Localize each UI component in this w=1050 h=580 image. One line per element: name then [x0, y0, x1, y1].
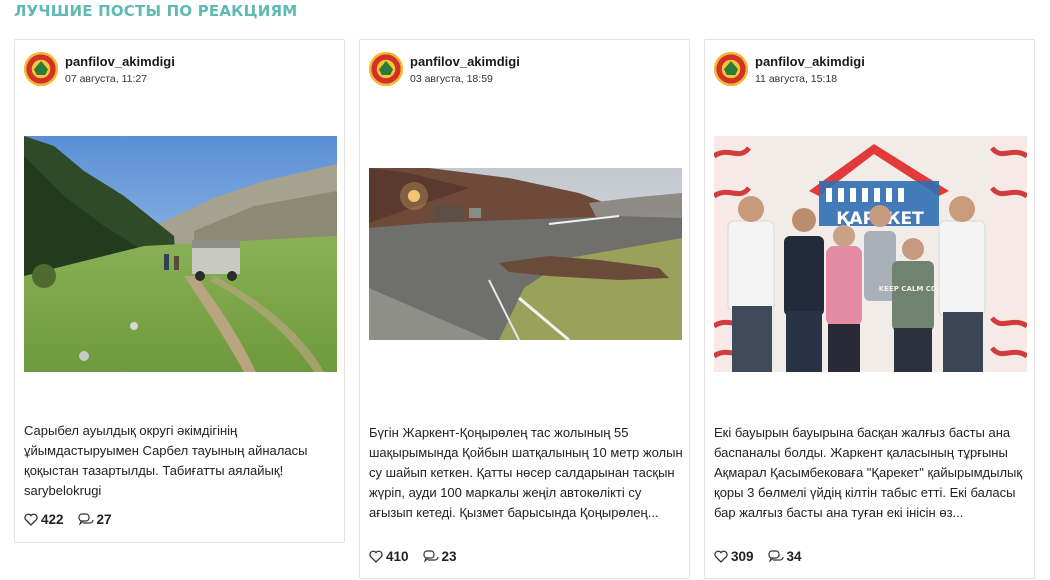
post-header: panfilov_akimdigi 03 августа, 18:59 [369, 52, 679, 92]
likes-stat[interactable]: 422 [24, 512, 64, 527]
section-title: ЛУЧШИЕ ПОСТЫ ПО РЕАКЦИЯМ [14, 2, 298, 20]
post-username[interactable]: panfilov_akimdigi [755, 54, 865, 69]
comments-count: 34 [786, 548, 802, 564]
post-caption: Сарыбел ауылдық округі әкімдігінің ұйымд… [24, 423, 308, 498]
post-photo[interactable]: ҚАРЕКЕТ KEEP CALM COOL [714, 136, 1027, 372]
post-card[interactable]: panfilov_akimdigi 03 августа, 18:59 Бүгі… [359, 39, 690, 579]
post-username[interactable]: panfilov_akimdigi [410, 54, 520, 69]
post-card[interactable]: panfilov_akimdigi 07 августа, 11:27 Сары… [14, 39, 345, 543]
post-username[interactable]: panfilov_akimdigi [65, 54, 175, 69]
shirt-text: KEEP CALM COOL [879, 285, 948, 293]
post-caption: Бүгін Жаркент-Қоңырөлең тас жолының 55 ш… [369, 425, 683, 520]
post-photo[interactable] [369, 168, 682, 340]
post-caption: Екі бауырын бауырына басқан жалғыз басты… [714, 425, 1023, 520]
post-date: 11 августа, 15:18 [755, 73, 838, 85]
post-date: 03 августа, 18:59 [410, 73, 493, 85]
post-stats: 410 23 [369, 547, 471, 565]
heart-outline-icon [369, 550, 383, 563]
comments-stat[interactable]: 27 [77, 511, 112, 527]
post-date: 07 августа, 11:27 [65, 73, 148, 85]
comments-outline-icon [422, 549, 439, 563]
comments-outline-icon [767, 549, 784, 563]
post-stats: 309 34 [714, 547, 816, 565]
post-stats: 422 27 [24, 510, 126, 528]
comments-outline-icon [77, 512, 94, 526]
heart-outline-icon [714, 550, 728, 563]
post-header: panfilov_akimdigi 11 августа, 15:18 [714, 52, 1024, 92]
avatar[interactable] [24, 52, 58, 86]
comments-count: 23 [441, 548, 457, 564]
avatar[interactable] [714, 52, 748, 86]
heart-outline-icon [24, 513, 38, 526]
likes-count: 309 [731, 548, 754, 564]
comments-stat[interactable]: 23 [422, 548, 457, 564]
comments-count: 27 [96, 511, 112, 527]
post-header: panfilov_akimdigi 07 августа, 11:27 [24, 52, 334, 92]
comments-stat[interactable]: 34 [767, 548, 802, 564]
likes-stat[interactable]: 309 [714, 549, 754, 564]
post-photo[interactable] [24, 136, 337, 372]
avatar[interactable] [369, 52, 403, 86]
likes-stat[interactable]: 410 [369, 549, 409, 564]
likes-count: 410 [386, 548, 409, 564]
likes-count: 422 [41, 511, 64, 527]
post-card[interactable]: panfilov_akimdigi 11 августа, 15:18 ҚАРЕ… [704, 39, 1035, 579]
